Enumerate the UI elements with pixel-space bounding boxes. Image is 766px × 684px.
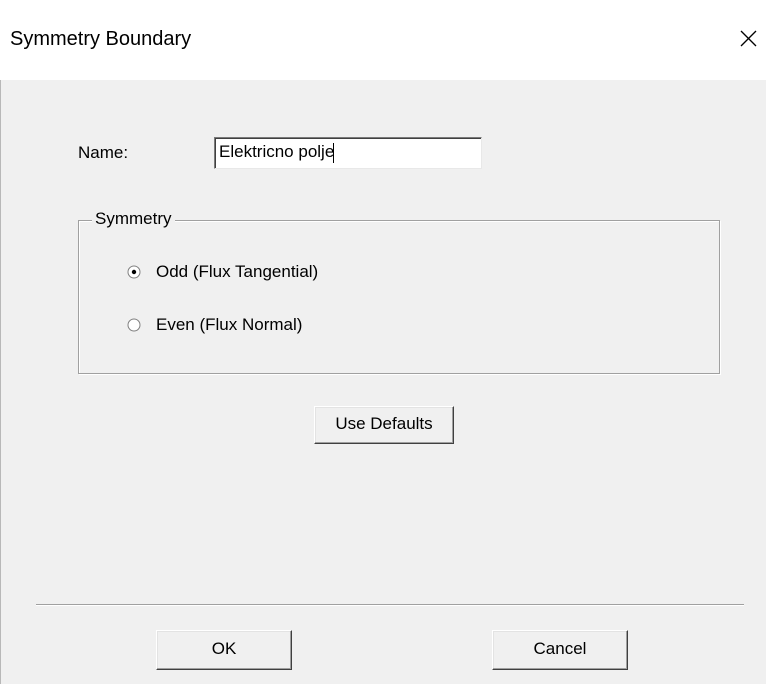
radio-label-odd: Odd (Flux Tangential) xyxy=(156,262,319,281)
cancel-button[interactable]: Cancel xyxy=(492,630,628,670)
radio-selected-icon[interactable] xyxy=(127,265,141,279)
title-bar: Symmetry Boundary xyxy=(0,0,766,80)
use-defaults-button[interactable]: Use Defaults xyxy=(314,406,454,444)
radio-label-even: Even (Flux Normal) xyxy=(156,315,303,334)
ok-button[interactable]: OK xyxy=(156,630,292,670)
close-icon[interactable] xyxy=(730,20,766,56)
footer-separator xyxy=(36,604,744,606)
name-label: Name: xyxy=(78,143,129,162)
radio-unselected-icon[interactable] xyxy=(127,318,141,332)
symmetry-groupbox xyxy=(78,220,720,374)
name-input[interactable]: Elektricno polje xyxy=(214,137,482,169)
dialog-title: Symmetry Boundary xyxy=(10,28,192,50)
name-input-value: Elektricno polje xyxy=(219,142,335,161)
window-border xyxy=(0,80,1,684)
symmetry-group-legend: Symmetry xyxy=(92,209,175,229)
text-caret xyxy=(333,142,335,163)
